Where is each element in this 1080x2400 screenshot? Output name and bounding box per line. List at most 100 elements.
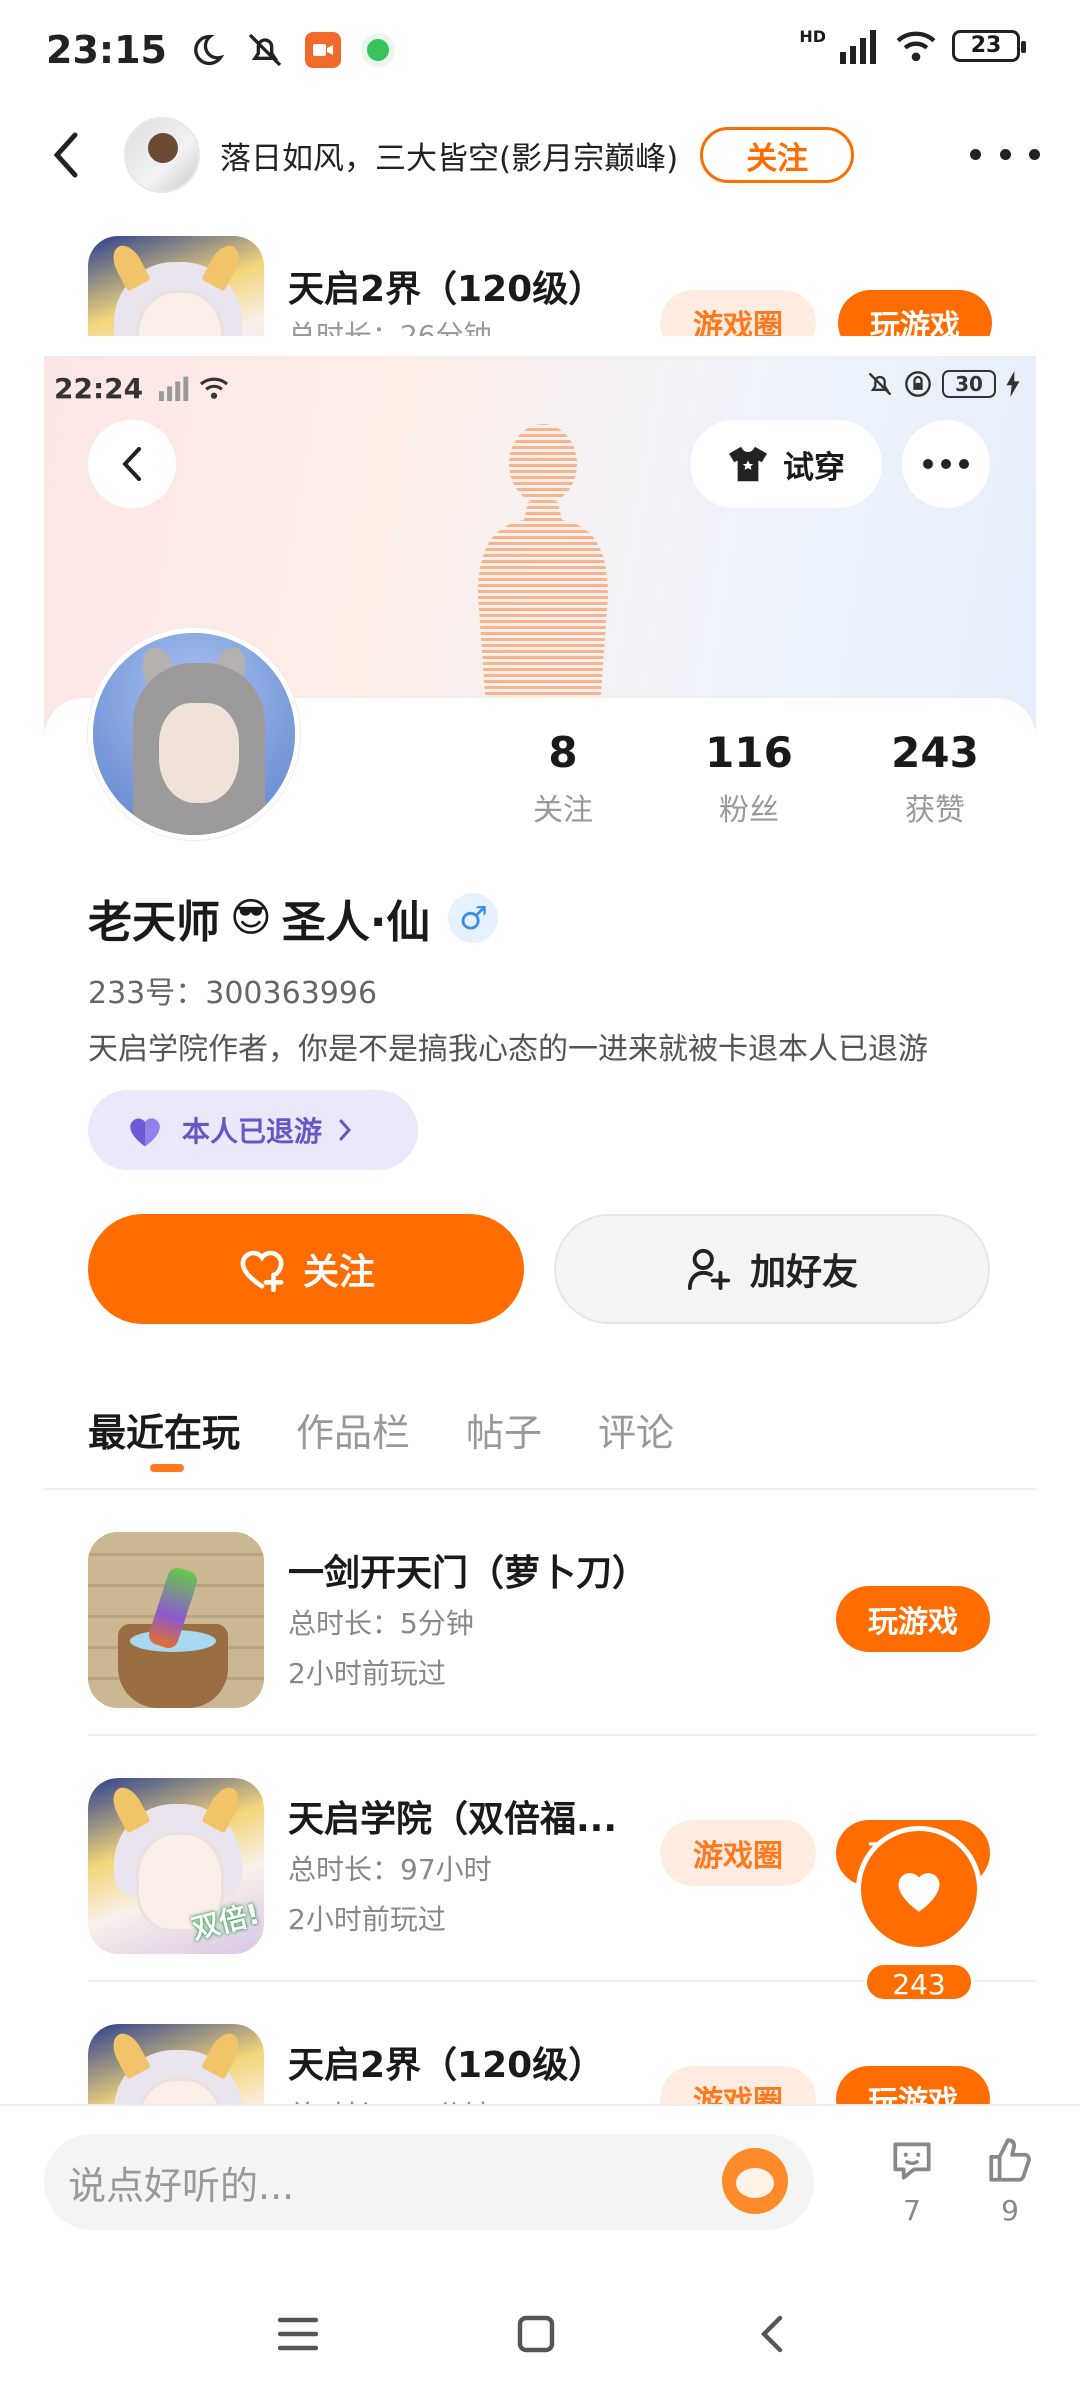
floating-like-count: 243 — [864, 1962, 974, 2002]
comment-count: 7 — [903, 2194, 921, 2227]
game-circle-button[interactable]: 游戏圈 — [660, 1820, 816, 1886]
stat-followers[interactable]: 116 粉丝 — [656, 728, 842, 829]
profile-avatar[interactable] — [88, 628, 300, 840]
play-game-button[interactable]: 玩游戏 — [836, 1586, 990, 1652]
wifi-icon — [200, 377, 229, 399]
status-bar: 23:15 HD 23 — [0, 0, 1080, 100]
status-tag[interactable]: 本人已退游 — [88, 1090, 418, 1170]
tab-comments[interactable]: 评论 — [598, 1402, 674, 1457]
chevron-left-icon — [53, 132, 78, 178]
game-duration: 总时长：26分钟 — [288, 319, 492, 336]
game-icon-tianqi2 — [88, 236, 264, 336]
header-user-avatar[interactable] — [124, 117, 200, 193]
header-user-name: 落日如风，三大皆空(影月宗巅峰) — [220, 140, 679, 177]
inner-status-time: 22:24 — [54, 371, 144, 405]
add-user-icon — [687, 1248, 731, 1291]
sunglasses-emoji: 😎 — [230, 895, 272, 941]
back-button[interactable] — [46, 125, 86, 185]
thumbs-up-button[interactable]: 9 — [980, 2136, 1040, 2227]
mute-bell-icon — [868, 372, 892, 396]
list-item[interactable]: 一剑开天门（萝卜刀） 总时长：5分钟 2小时前玩过 玩游戏 — [44, 1490, 1036, 1736]
follow-label: 关注 — [302, 1252, 375, 1293]
inner-battery: 30 — [942, 370, 996, 398]
chat-bubble-icon — [893, 2142, 931, 2180]
signal-off-icon — [159, 376, 189, 401]
game-title: 天启2界（120级） — [288, 2045, 605, 2086]
stat-value: 8 — [548, 728, 578, 777]
stat-likes[interactable]: 243 获赞 — [842, 728, 1028, 829]
profile-stats: 8 关注 116 粉丝 243 获赞 — [470, 728, 1030, 829]
menu-icon — [278, 2317, 318, 2351]
stat-following[interactable]: 8 关注 — [470, 728, 656, 829]
stat-label: 获赞 — [905, 793, 965, 828]
signal-icon — [840, 30, 876, 64]
follow-button[interactable]: 关注 — [88, 1214, 524, 1324]
game-title: 一剑开天门（萝卜刀） — [288, 1553, 649, 1594]
game-duration: 总时长：97小时 — [288, 1853, 492, 1886]
lock-icon — [905, 371, 931, 397]
thumbs-up-icon — [989, 2138, 1031, 2182]
game-circle-button[interactable]: 游戏圈 — [660, 290, 816, 336]
try-on-button[interactable]: 试穿 — [690, 420, 882, 508]
stat-label: 关注 — [533, 793, 593, 828]
moon-icon — [194, 34, 225, 66]
play-game-button[interactable]: 玩游戏 — [838, 290, 992, 336]
male-gender-icon: ♂ — [448, 893, 499, 943]
inner-back-button[interactable] — [88, 420, 176, 508]
tab-recently-played[interactable]: 最近在玩 — [88, 1402, 240, 1472]
status-tag-label: 本人已退游 — [182, 1115, 323, 1148]
status-icons-left — [189, 30, 395, 70]
heart-icon — [130, 1118, 160, 1147]
comment-count-button[interactable]: 7 — [882, 2136, 942, 2227]
battery-indicator: 23 — [952, 30, 1026, 62]
profile-tabs: 最近在玩 作品栏 帖子 评论 — [88, 1402, 674, 1472]
video-app-icon — [304, 32, 341, 68]
like-count: 9 — [1001, 2194, 1019, 2227]
peek-game-row[interactable]: 天启2界（120级） 总时长：26分钟 游戏圈 玩游戏 — [0, 232, 1080, 336]
user-bio: 天启学院作者，你是不是搞我心态的一进来就被卡退本人已退游 — [88, 1032, 928, 1067]
header-follow-button[interactable]: 关注 — [700, 127, 855, 183]
mute-bell-icon — [248, 33, 282, 67]
add-friend-label: 加好友 — [749, 1252, 858, 1293]
game-last-played: 2小时前玩过 — [288, 1903, 446, 1936]
dot-icon — [1029, 148, 1040, 160]
game-icon-tianqi: 双倍! — [88, 1778, 264, 1954]
game-last-played: 2小时前玩过 — [288, 1657, 446, 1690]
stat-label: 粉丝 — [719, 793, 779, 828]
game-duration: 总时长：5分钟 — [288, 1607, 474, 1640]
back-nav-button[interactable] — [732, 2294, 812, 2374]
dot-icon — [970, 148, 981, 160]
hd-signal-icon: HD — [799, 26, 826, 46]
chevron-left-icon — [122, 447, 141, 481]
comment-bar: 说点好听的... 7 9 — [0, 2104, 1080, 2244]
chevron-right-icon — [339, 1119, 352, 1141]
dot-icon — [959, 459, 969, 469]
nickname-prefix: 老天师 — [88, 897, 220, 948]
avatar-mannequin-figure — [478, 424, 608, 736]
game-title: 天启学院（双倍福... — [288, 1799, 618, 1840]
charging-icon — [1006, 371, 1020, 397]
stat-value: 243 — [891, 728, 979, 777]
add-friend-button[interactable]: 加好友 — [554, 1214, 990, 1324]
menu-nav-button[interactable] — [258, 2294, 338, 2374]
try-on-label: 试穿 — [783, 449, 845, 486]
profile-nickname: 老天师 😎 圣人·仙 ♂ — [88, 886, 499, 950]
status-time: 23:15 — [46, 28, 167, 72]
nickname-suffix: 圣人·仙 — [281, 897, 431, 948]
back-chevron-icon — [760, 2315, 783, 2353]
home-nav-button[interactable] — [496, 2294, 576, 2374]
tab-posts[interactable]: 帖子 — [466, 1402, 542, 1457]
game-title: 天启2界（120级） — [288, 269, 605, 310]
home-square-icon — [517, 2315, 555, 2353]
tshirt-icon — [729, 446, 767, 482]
floating-like-button[interactable] — [856, 1826, 982, 1952]
heart-icon — [898, 1873, 940, 1912]
mascot-emoji-button[interactable] — [722, 2148, 788, 2214]
inner-more-button[interactable] — [902, 420, 990, 508]
user-page-header: 落日如风，三大皆空(影月宗巅峰) 关注 — [0, 110, 1080, 200]
user-id: 233号：300363996 — [88, 976, 378, 1011]
more-options-button[interactable] — [970, 134, 1040, 174]
game-icon-sword — [88, 1532, 264, 1708]
comment-input[interactable]: 说点好听的... — [44, 2134, 814, 2230]
tab-works[interactable]: 作品栏 — [296, 1402, 410, 1457]
